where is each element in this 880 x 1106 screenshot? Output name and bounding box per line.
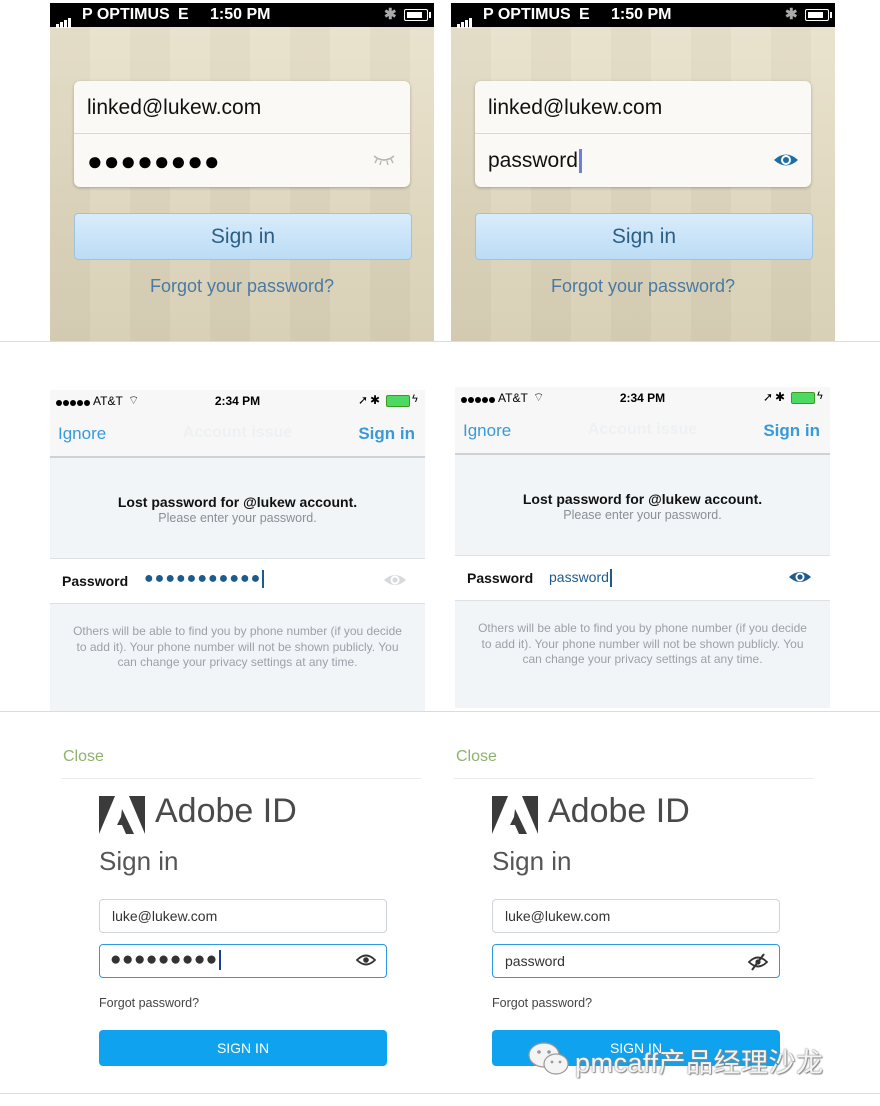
email-field[interactable]: linked@lukew.com: [475, 81, 811, 134]
forgot-password-link[interactable]: Forgot your password?: [50, 276, 434, 297]
password-masked-value: ●●●●●●●●: [87, 146, 221, 176]
password-plain-value: password: [549, 569, 612, 588]
email-field[interactable]: luke@lukew.com: [492, 899, 780, 933]
eye-slash-icon[interactable]: [747, 953, 769, 971]
forgot-password-link[interactable]: Forgot password?: [99, 996, 199, 1010]
ios7-account-issue-revealed: AT&T ⌔ 2:34 PM ➚ ✱ ϟ Ignore Account issu…: [455, 387, 830, 708]
eye-open-icon[interactable]: [773, 151, 799, 169]
email-field[interactable]: linked@lukew.com: [74, 81, 410, 134]
brand-title: Adobe ID: [548, 792, 690, 830]
old-ios-login-revealed: P OPTIMUS E 1:50 PM ✱ linked@lukew.com p…: [451, 3, 835, 341]
password-label: Password: [467, 570, 534, 586]
heading: Lost password for @lukew account.: [522, 491, 763, 507]
battery-icon: [805, 9, 832, 21]
email-field[interactable]: luke@lukew.com: [99, 899, 387, 933]
watermark: pmcaff产品经理沙龙: [527, 1039, 857, 1079]
status-time: 2:34 PM: [619, 391, 666, 405]
charging-icon: ϟ: [817, 390, 823, 402]
charging-icon: ϟ: [412, 393, 418, 405]
password-field[interactable]: Password password: [455, 555, 830, 601]
email-value: luke@lukew.com: [505, 908, 611, 924]
battery-icon: [404, 9, 431, 21]
old-ios-login-masked: P OPTIMUS E 1:50 PM ✱ linked@lukew.com ●…: [50, 3, 434, 341]
battery-icon: [386, 395, 410, 407]
subheading: Please enter your password.: [563, 508, 722, 522]
login-card: linked@lukew.com password: [475, 81, 811, 187]
row-divider: [0, 341, 880, 342]
adobe-logo-icon: [99, 796, 145, 834]
status-time: 1:50 PM: [611, 6, 672, 23]
adobe-logo-icon: [492, 796, 538, 834]
forgot-password-link[interactable]: Forgot your password?: [451, 276, 835, 297]
forgot-password-link[interactable]: Forgot password?: [492, 996, 592, 1010]
signal-icon: [457, 10, 473, 28]
sign-in-button[interactable]: SIGN IN: [99, 1030, 387, 1066]
battery-icon: [791, 392, 815, 404]
password-plain-value: password: [488, 149, 582, 174]
brand-title: Adobe ID: [155, 792, 297, 830]
subheading: Please enter your password.: [158, 511, 317, 525]
network-label: E: [178, 6, 189, 23]
close-button[interactable]: Close: [456, 748, 497, 766]
password-field[interactable]: ●●●●●●●●: [74, 134, 410, 186]
status-bar: AT&T ⌔ 2:34 PM ➚ ✱ ϟ: [455, 387, 830, 409]
privacy-note: Others will be able to find you by phone…: [73, 624, 402, 669]
page-title: Sign in: [99, 846, 179, 876]
email-value: luke@lukew.com: [112, 908, 218, 924]
carrier-label: P OPTIMUS: [483, 6, 571, 23]
password-plain-value: password: [505, 953, 565, 969]
status-bar: AT&T ⌔ 2:34 PM ➚ ✱ ϟ: [50, 390, 425, 412]
password-field[interactable]: ●●●●●●●●●: [99, 944, 387, 978]
bluetooth-icon: ✱: [384, 6, 397, 23]
status-time: 1:50 PM: [210, 6, 271, 23]
password-field[interactable]: password: [475, 134, 811, 186]
email-value: linked@lukew.com: [488, 96, 663, 119]
location-icon: ➚: [358, 393, 369, 407]
privacy-note: Others will be able to find you by phone…: [478, 621, 807, 666]
signal-icon: [56, 10, 72, 28]
login-card: linked@lukew.com ●●●●●●●●: [74, 81, 410, 187]
email-value: linked@lukew.com: [87, 96, 262, 119]
eye-icon[interactable]: [788, 569, 812, 585]
password-masked-value: ●●●●●●●●●: [110, 949, 221, 971]
watermark-text: pmcaff产品经理沙龙: [575, 1048, 824, 1078]
bluetooth-icon: ✱: [775, 390, 786, 404]
status-time: 2:34 PM: [214, 394, 261, 408]
location-icon: ➚: [763, 390, 774, 404]
adobe-id-signin-masked: Close Adobe ID Sign in luke@lukew.com ●●…: [51, 712, 421, 1106]
navigation-bar: Ignore Account issue Sign in: [50, 412, 425, 458]
navigation-bar: Ignore Account issue Sign in: [455, 409, 830, 455]
ios7-account-issue-masked: AT&T ⌔ 2:34 PM ➚ ✱ ϟ Ignore Account issu…: [50, 390, 425, 711]
network-label: E: [579, 6, 590, 23]
sign-in-button[interactable]: Sign in: [475, 213, 813, 260]
bluetooth-icon: ✱: [370, 393, 381, 407]
nav-sign-in-button[interactable]: Sign in: [358, 424, 415, 444]
wechat-icon: [528, 1042, 569, 1075]
heading: Lost password for @lukew account.: [117, 494, 358, 510]
status-bar: P OPTIMUS E 1:50 PM ✱: [50, 3, 434, 28]
divider: [454, 778, 814, 779]
password-field[interactable]: password: [492, 944, 780, 978]
password-field[interactable]: Password ●●●●●●●●●●●: [50, 558, 425, 604]
eye-icon[interactable]: [383, 572, 407, 588]
password-label: Password: [62, 573, 129, 589]
close-button[interactable]: Close: [63, 748, 104, 766]
bottom-divider: [0, 1093, 880, 1094]
password-masked-value: ●●●●●●●●●●●: [144, 570, 265, 588]
nav-sign-in-button[interactable]: Sign in: [763, 421, 820, 441]
divider: [61, 778, 421, 779]
page-title: Sign in: [492, 846, 572, 876]
eye-closed-icon[interactable]: [372, 153, 396, 167]
sign-in-button[interactable]: Sign in: [74, 213, 412, 260]
eye-icon[interactable]: [356, 953, 376, 967]
status-bar: P OPTIMUS E 1:50 PM ✱: [451, 3, 835, 28]
bluetooth-icon: ✱: [785, 6, 798, 23]
carrier-label: P OPTIMUS: [82, 6, 170, 23]
